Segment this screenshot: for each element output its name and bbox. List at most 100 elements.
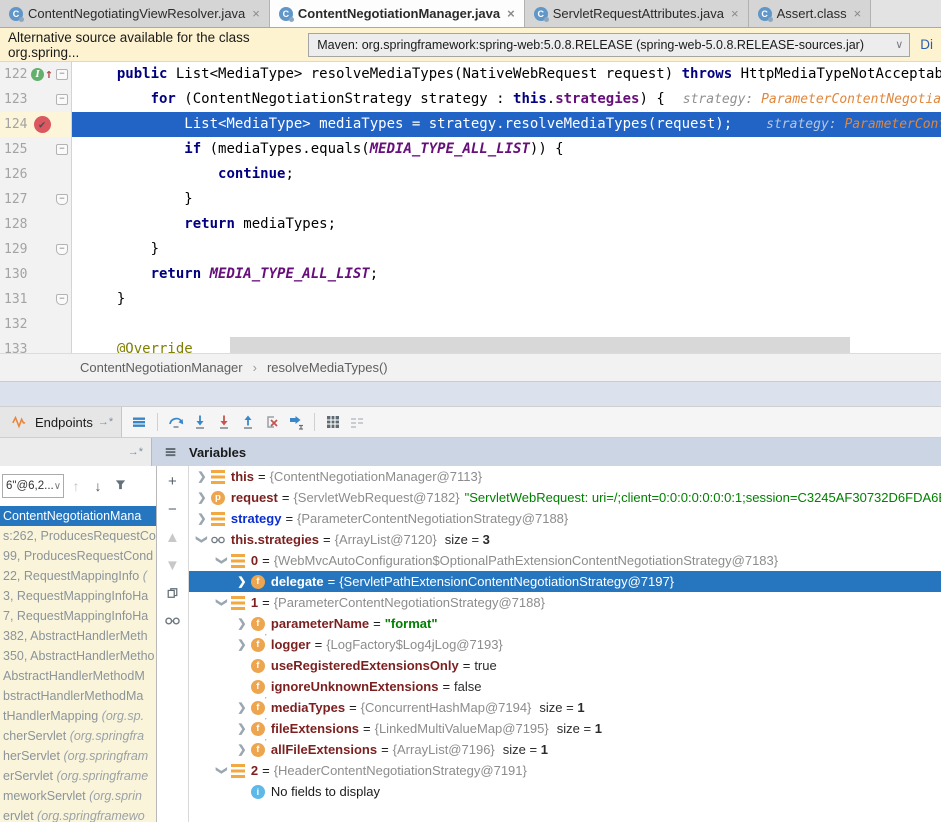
frame-row[interactable]: s:262, ProducesRequestCo [0, 526, 156, 546]
variable-row[interactable]: iNo fields to display [189, 781, 941, 802]
notification-bar: Alternative source available for the cla… [0, 28, 941, 62]
variable-row-useRegisteredExtensionsOnly[interactable]: fuseRegisteredExtensionsOnly=true [189, 655, 941, 676]
frame-row[interactable]: 99, ProducesRequestCond [0, 546, 156, 566]
variable-row-2[interactable]: ❯2={HeaderContentNegotiationStrategy@719… [189, 760, 941, 781]
variable-value: {LinkedMultiValueMap@7195} [375, 721, 549, 736]
chevron-expanded-icon[interactable]: ❯ [215, 554, 228, 568]
variable-row-this.strategies[interactable]: ❯this.strategies={ArrayList@7120}size = … [189, 529, 941, 550]
variable-row-0[interactable]: ❯0={WebMvcAutoConfiguration$OptionalPath… [189, 550, 941, 571]
editor-tab[interactable]: CServletRequestAttributes.java× [525, 0, 749, 27]
fold-marker[interactable]: − [54, 69, 70, 80]
remove-watch-icon[interactable]: − [161, 498, 183, 520]
close-icon[interactable]: × [854, 6, 862, 21]
variable-row-mediaTypes[interactable]: ❯fmediaTypes={ConcurrentHashMap@7194}siz… [189, 697, 941, 718]
fold-marker[interactable]: − [54, 294, 70, 305]
disable-link[interactable]: Di [920, 37, 933, 52]
line-number: 129 [0, 242, 30, 257]
variable-row-delegate[interactable]: ❯fdelegate={ServletPathExtensionContentN… [189, 571, 941, 592]
close-icon[interactable]: × [252, 6, 260, 21]
chevron-collapsed-icon[interactable]: ❯ [235, 722, 249, 735]
chevron-collapsed-icon[interactable]: ❯ [235, 617, 249, 630]
frame-down-icon[interactable]: ↓ [88, 478, 108, 494]
fold-marker[interactable]: − [54, 144, 70, 155]
frame-row[interactable]: meworkServlet (org.sprin [0, 786, 156, 806]
variable-row-1[interactable]: ❯1={ParameterContentNegotiationStrategy@… [189, 592, 941, 613]
chevron-collapsed-icon[interactable]: ❯ [195, 470, 209, 483]
breakpoint-icon[interactable]: ✔ [34, 116, 51, 133]
fold-marker[interactable]: − [54, 244, 70, 255]
move-down-icon: ▼ [161, 554, 183, 576]
equals-sign: = [369, 616, 385, 631]
frame-row[interactable]: 3, RequestMappingInfoHa [0, 586, 156, 606]
fold-marker[interactable]: − [54, 94, 70, 105]
frame-row[interactable]: erServlet (org.springframe [0, 766, 156, 786]
alternative-source-dropdown[interactable]: Maven: org.springframework:spring-web:5.… [308, 33, 910, 57]
variable-row-fileExtensions[interactable]: ❯ffileExtensions={LinkedMultiValueMap@71… [189, 718, 941, 739]
variable-row-request[interactable]: ❯prequest={ServletWebRequest@7182}"Servl… [189, 487, 941, 508]
frame-row[interactable]: 22, RequestMappingInfo ( [0, 566, 156, 586]
variable-row-ignoreUnknownExtensions[interactable]: fignoreUnknownExtensions=false [189, 676, 941, 697]
variables-menu-icon[interactable] [160, 441, 182, 463]
code-text: @Override [72, 337, 941, 353]
variable-value: {WebMvcAutoConfiguration$OptionalPathExt… [274, 553, 778, 568]
frame-row[interactable]: herServlet (org.springfram [0, 746, 156, 766]
frame-row[interactable]: 382, AbstractHandlerMeth [0, 626, 156, 646]
view-menu-icon[interactable] [128, 411, 150, 433]
variable-row-parameterName[interactable]: ❯fparameterName="format" [189, 613, 941, 634]
frame-row[interactable]: ContentNegotiationMana [0, 506, 156, 526]
variable-name: fileExtensions [271, 721, 359, 736]
chevron-expanded-icon[interactable]: ❯ [215, 596, 228, 610]
frame-row[interactable]: cherServlet (org.springfra [0, 726, 156, 746]
filter-icon[interactable] [110, 478, 130, 494]
line-number: 123 [0, 92, 30, 107]
breadcrumb-method[interactable]: resolveMediaTypes() [267, 360, 388, 375]
step-into-icon[interactable] [189, 411, 211, 433]
frame-row[interactable]: AbstractHandlerMethodM [0, 666, 156, 686]
chevron-collapsed-icon[interactable]: ❯ [235, 701, 249, 714]
chevron-collapsed-icon[interactable]: ❯ [235, 638, 249, 651]
fold-marker[interactable]: − [54, 194, 70, 205]
variable-row-this[interactable]: ❯this={ContentNegotiationManager@7113} [189, 466, 941, 487]
frame-row[interactable]: tHandlerMapping (org.sp. [0, 706, 156, 726]
frame-row[interactable]: 350, AbstractHandlerMetho [0, 646, 156, 666]
line-number: 132 [0, 317, 30, 332]
frame-row[interactable]: 7, RequestMappingInfoHa [0, 606, 156, 626]
breadcrumb-class[interactable]: ContentNegotiationManager [80, 360, 243, 375]
variable-row-allFileExtensions[interactable]: ❯fallFileExtensions={ArrayList@7196}size… [189, 739, 941, 760]
variable-value: {HeaderContentNegotiationStrategy@7191} [274, 763, 527, 778]
add-watch-icon[interactable]: + [161, 470, 183, 492]
chevron-collapsed-icon[interactable]: ❯ [235, 575, 249, 588]
frame-row[interactable]: bstractHandlerMethodMa [0, 686, 156, 706]
drop-frame-icon[interactable] [261, 411, 283, 433]
editor-tab-bar: CContentNegotiatingViewResolver.java×CCo… [0, 0, 941, 28]
chevron-collapsed-icon[interactable]: ❯ [235, 743, 249, 756]
frame-row[interactable]: ervlet (org.springframewo [0, 806, 156, 822]
restore-layout-icon[interactable] [346, 411, 368, 433]
evaluate-expression-icon[interactable] [322, 411, 344, 433]
chevron-collapsed-icon[interactable]: ❯ [195, 512, 209, 525]
watch-toolbar: +−▲▼ [157, 466, 189, 822]
equals-sign: = [377, 742, 393, 757]
editor-tab[interactable]: CContentNegotiatingViewResolver.java× [0, 0, 270, 27]
show-watches-icon[interactable] [161, 610, 183, 632]
breakpoint-icon[interactable]: ✔ [30, 116, 54, 133]
code-line-128: 128 return mediaTypes; [0, 212, 941, 237]
tab-endpoints[interactable]: Endpoints →* [0, 407, 122, 437]
chevron-expanded-icon[interactable]: ❯ [215, 764, 228, 778]
editor-tab[interactable]: CAssert.class× [749, 0, 872, 27]
run-to-cursor-icon[interactable] [285, 411, 307, 433]
code-text: List<MediaType> mediaTypes = strategy.re… [72, 112, 941, 137]
notification-message: Alternative source available for the cla… [8, 30, 298, 60]
editor-tab[interactable]: CContentNegotiationManager.java× [270, 0, 525, 27]
variable-row-logger[interactable]: ❯flogger={LogFactory$Log4jLog@7193} [189, 634, 941, 655]
thread-selector-dropdown[interactable]: 6"@6,2...∨ [2, 474, 64, 498]
variable-row-strategy[interactable]: ❯strategy={ParameterContentNegotiationSt… [189, 508, 941, 529]
force-step-into-icon[interactable] [213, 411, 235, 433]
step-out-icon[interactable] [237, 411, 259, 433]
duplicate-icon[interactable] [161, 582, 183, 604]
close-icon[interactable]: × [731, 6, 739, 21]
close-icon[interactable]: × [507, 6, 515, 21]
chevron-collapsed-icon[interactable]: ❯ [195, 491, 209, 504]
step-over-icon[interactable] [165, 411, 187, 433]
chevron-expanded-icon[interactable]: ❯ [195, 533, 208, 547]
